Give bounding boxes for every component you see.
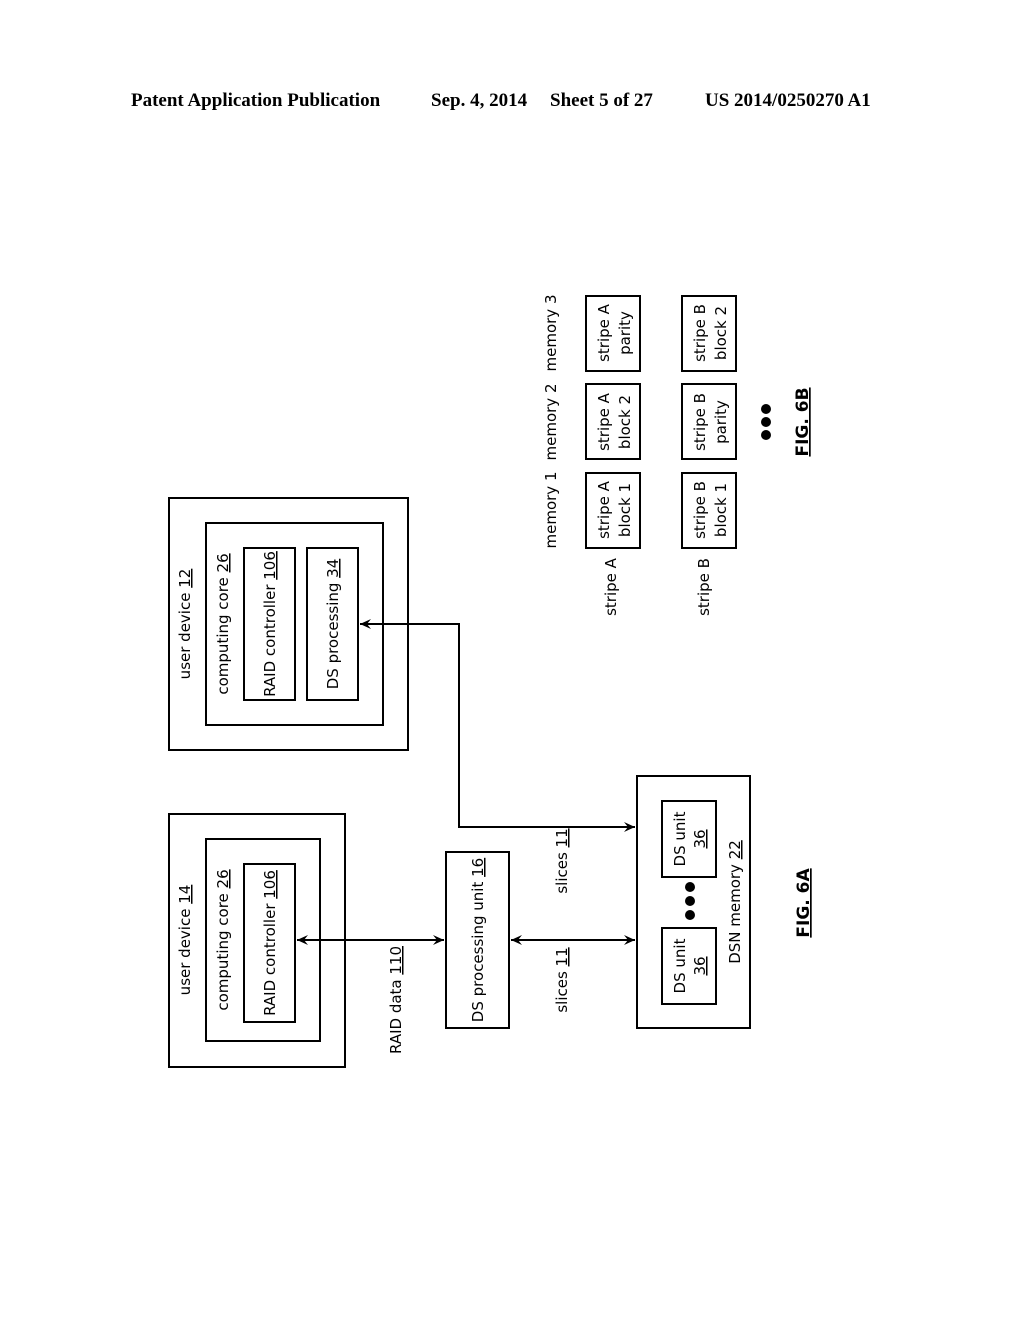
- cell-line-1: stripe B: [691, 393, 709, 451]
- user-device-14-label: user device 14: [176, 885, 194, 996]
- ds-processing-unit-label: DS processing unit 16: [469, 858, 487, 1022]
- cell-line-2: block 2: [616, 395, 634, 449]
- cell-line-1: stripe B: [691, 304, 709, 362]
- cell-line-1: stripe A: [595, 303, 613, 362]
- cell-line-2: parity: [712, 400, 730, 444]
- raid-controller-label: RAID controller 106: [261, 870, 279, 1016]
- figure-canvas: user device 12 computing core 26 RAID co…: [168, 295, 814, 1068]
- computing-core-label: computing core 26: [214, 553, 232, 694]
- raid-data-label: RAID data 110: [387, 946, 405, 1054]
- computing-core-label: computing core 26: [214, 869, 232, 1010]
- slices-label-upper: slices 11: [553, 828, 571, 893]
- memory-1-label: memory 1: [542, 472, 560, 549]
- slices-label-lower: slices 11: [553, 947, 571, 1012]
- fig-6b: memory 1 memory 2 memory 3 stripe A stri…: [542, 295, 813, 616]
- stripe-b-label: stripe B: [695, 558, 713, 616]
- cell-line-1: stripe B: [691, 481, 709, 539]
- ellipsis-dot: [685, 882, 695, 892]
- ds-unit-ref: 36: [691, 956, 709, 975]
- cell-line-2: block 2: [712, 306, 730, 360]
- ds-processing-label: DS processing 34: [324, 559, 342, 690]
- fig-6b-caption: FIG. 6B: [793, 387, 813, 456]
- ellipsis-dot: [761, 430, 771, 440]
- ellipsis-dot: [685, 910, 695, 920]
- ellipsis-dot: [761, 417, 771, 427]
- raid-controller-label: RAID controller 106: [261, 551, 279, 697]
- ellipsis-dot: [761, 404, 771, 414]
- ds-unit-label: DS unit: [671, 811, 689, 866]
- memory-3-label: memory 3: [542, 295, 560, 372]
- stripe-a-label: stripe A: [602, 557, 620, 616]
- ds-unit-ref: 36: [691, 829, 709, 848]
- ds-processing-unit: DS processing unit 16: [445, 851, 510, 1029]
- ellipsis-dot: [685, 896, 695, 906]
- cell-line-2: block 1: [712, 483, 730, 537]
- fig-6a-caption: FIG. 6A: [794, 868, 814, 938]
- user-device-12-label: user device 12: [176, 569, 194, 680]
- cell-line-2: block 1: [616, 483, 634, 537]
- cell-line-1: stripe A: [595, 480, 613, 539]
- cell-line-2: parity: [616, 311, 634, 355]
- dsn-memory-label: DSN memory 22: [726, 840, 744, 964]
- slices-arrow-upper: [360, 619, 635, 832]
- memory-2-label: memory 2: [542, 384, 560, 461]
- cell-line-1: stripe A: [595, 392, 613, 451]
- dsn-memory: DSN memory 22 DS unit 36 DS unit 36: [636, 775, 751, 1029]
- ds-unit-label: DS unit: [671, 938, 689, 993]
